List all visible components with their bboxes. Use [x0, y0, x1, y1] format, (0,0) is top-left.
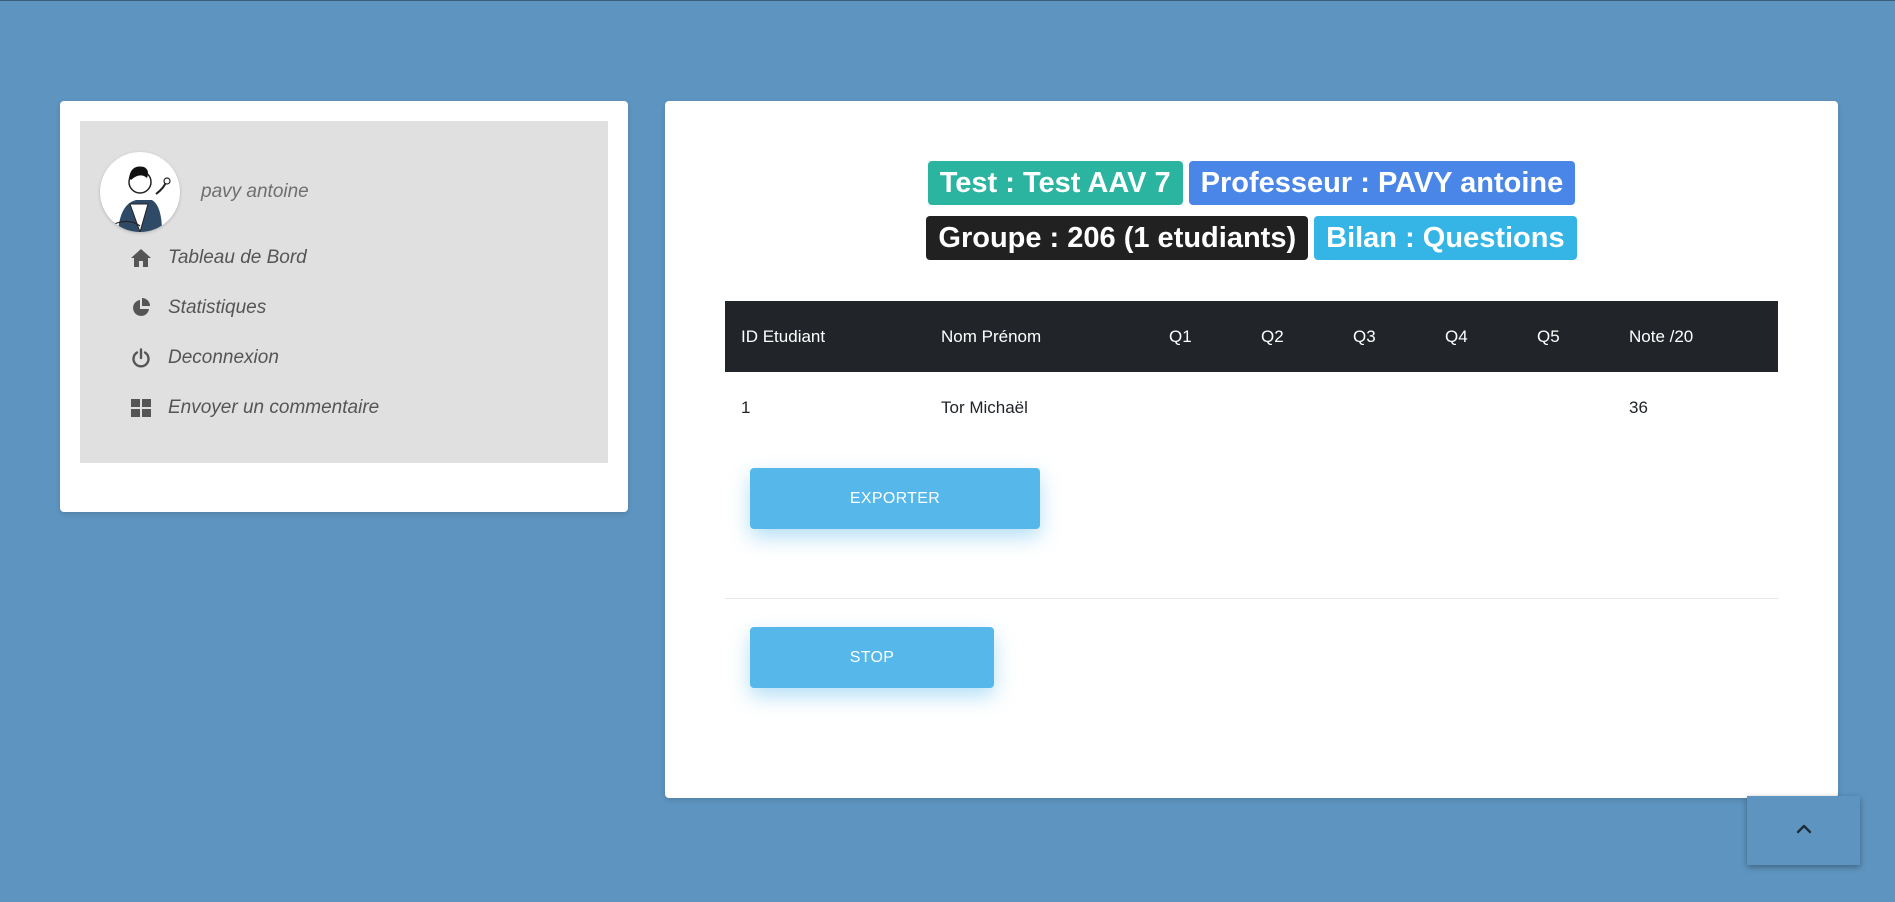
- top-border: [0, 0, 1895, 1]
- cell-q2: [1245, 372, 1337, 443]
- avatar: [100, 152, 180, 232]
- stop-button[interactable]: STOP: [750, 627, 994, 688]
- grid-icon: [130, 397, 152, 419]
- scroll-to-top-button[interactable]: [1747, 796, 1860, 865]
- nav-item-deconnexion[interactable]: Deconnexion: [130, 343, 279, 373]
- pie-chart-icon: [130, 297, 152, 319]
- column-header: Q1: [1169, 326, 1192, 346]
- nav-item-tableau-de-bord[interactable]: Tableau de Bord: [130, 243, 307, 273]
- nav-item-statistiques[interactable]: Statistiques: [130, 293, 266, 323]
- user-illustration-icon: [113, 166, 171, 232]
- nav-item-label: Envoyer un commentaire: [168, 397, 380, 418]
- column-header: Q4: [1445, 326, 1468, 346]
- groupe-badge: Groupe : 206 (1 etudiants): [926, 216, 1309, 260]
- power-icon: [130, 347, 152, 369]
- nav-item-label: Deconnexion: [168, 347, 279, 368]
- cell-q3: [1337, 372, 1429, 443]
- cell-id: 1: [741, 397, 751, 417]
- cell-q1: [1153, 372, 1245, 443]
- cell-note: 36: [1629, 397, 1648, 417]
- column-header: Q5: [1537, 326, 1560, 346]
- table-row: 1 Tor Michaël 36: [725, 372, 1778, 443]
- cell-q5: [1521, 372, 1613, 443]
- export-button[interactable]: EXPORTER: [750, 468, 1040, 529]
- chevron-up-icon: [1795, 822, 1813, 840]
- cell-q4: [1429, 372, 1521, 443]
- badge-row-2: Groupe : 206 (1 etudiants) Bilan : Quest…: [665, 216, 1838, 260]
- nav-item-label: Tableau de Bord: [168, 247, 307, 268]
- divider: [725, 598, 1778, 599]
- main-card: Test : Test AAV 7 Professeur : PAVY anto…: [665, 101, 1838, 798]
- table-header-row: ID Etudiant Nom Prénom Q1 Q2 Q3 Q4 Q5 No…: [725, 301, 1778, 372]
- column-header: ID Etudiant: [741, 326, 826, 346]
- nav-item-envoyer-commentaire[interactable]: Envoyer un commentaire: [130, 393, 379, 423]
- bilan-badge: Bilan : Questions: [1314, 216, 1577, 260]
- sidebar-panel: pavy antoine Tableau de Bord Statistique…: [80, 121, 608, 463]
- badge-row-1: Test : Test AAV 7 Professeur : PAVY anto…: [665, 161, 1838, 205]
- user-name: pavy antoine: [201, 181, 309, 202]
- column-header: Nom Prénom: [941, 326, 1042, 346]
- cell-name: Tor Michaël: [941, 397, 1028, 417]
- results-table: ID Etudiant Nom Prénom Q1 Q2 Q3 Q4 Q5 No…: [725, 301, 1778, 443]
- test-badge: Test : Test AAV 7: [927, 161, 1183, 205]
- column-header: Q3: [1353, 326, 1376, 346]
- column-header: Q2: [1261, 326, 1284, 346]
- results-table-wrapper: ID Etudiant Nom Prénom Q1 Q2 Q3 Q4 Q5 No…: [725, 301, 1778, 443]
- professeur-badge: Professeur : PAVY antoine: [1188, 161, 1576, 205]
- sidebar-card: pavy antoine Tableau de Bord Statistique…: [60, 101, 628, 512]
- column-header: Note /20: [1629, 326, 1694, 346]
- home-icon: [130, 247, 152, 269]
- nav-item-label: Statistiques: [168, 297, 267, 318]
